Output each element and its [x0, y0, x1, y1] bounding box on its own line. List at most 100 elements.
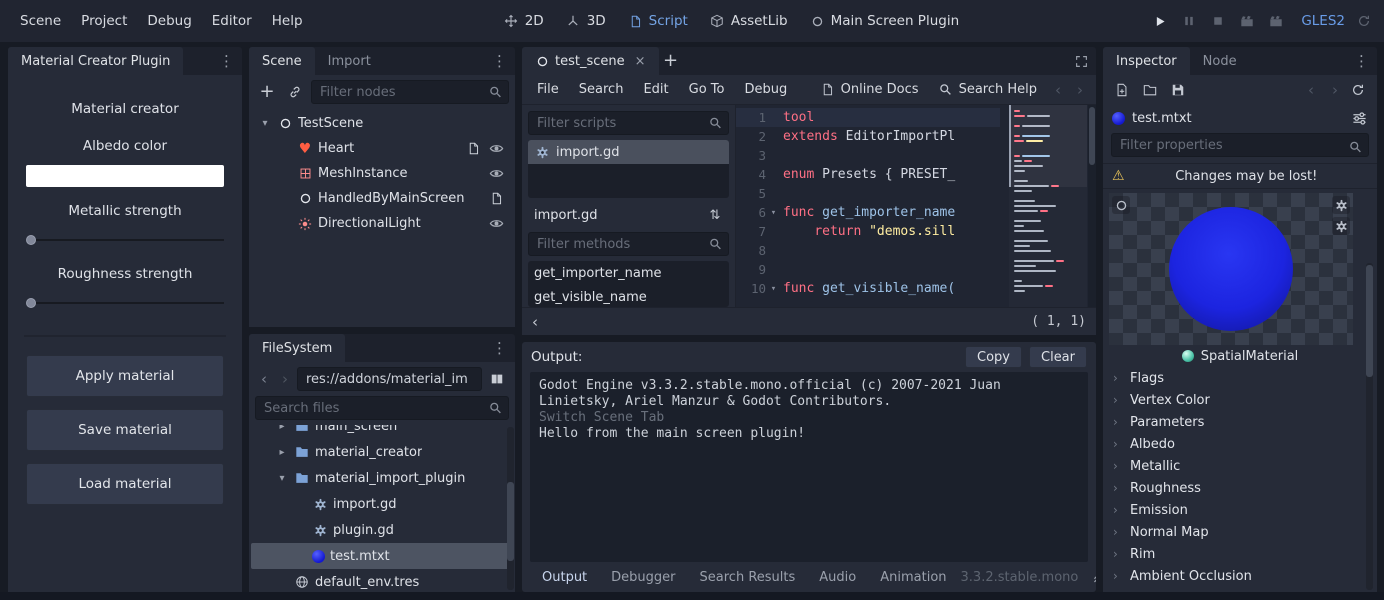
clear-button[interactable]: Clear — [1029, 346, 1087, 368]
script-menu-debug[interactable]: Debug — [735, 78, 796, 101]
slider-grabber[interactable] — [26, 298, 36, 308]
tab-test-scene[interactable]: test_scene × — [522, 47, 659, 75]
search-files-input[interactable] — [255, 396, 509, 420]
inspector-forward-icon[interactable]: › — [1325, 81, 1345, 99]
attached-script-icon[interactable] — [465, 141, 481, 157]
property-emission[interactable]: ›Emission — [1107, 499, 1353, 521]
fs-item-default-env-tres[interactable]: default_env.tres — [251, 569, 513, 592]
preview-light2-toggle[interactable] — [1332, 217, 1350, 235]
script-menu-edit[interactable]: Edit — [634, 78, 677, 101]
collapse-arrow-icon[interactable]: ▾ — [258, 118, 272, 129]
dock-menu-icon[interactable]: ⋮ — [484, 47, 515, 75]
fs-back-button[interactable]: ‹ — [255, 368, 273, 390]
filter-methods-input[interactable] — [528, 232, 729, 256]
menu-help[interactable]: Help — [262, 8, 313, 34]
code-scrollbar[interactable] — [1088, 105, 1096, 307]
property-normal-map[interactable]: ›Normal Map — [1107, 521, 1353, 543]
workspace-2d[interactable]: 2D — [495, 8, 553, 34]
stop-button[interactable] — [1208, 11, 1228, 31]
visibility-toggle-icon[interactable] — [488, 216, 504, 232]
distraction-free-button[interactable] — [1067, 47, 1096, 75]
property-rim[interactable]: ›Rim — [1107, 543, 1353, 565]
collapse-bottom-panel-icon[interactable] — [1092, 571, 1096, 584]
script-history-back-icon[interactable]: ‹ — [1048, 81, 1068, 99]
new-resource-button[interactable] — [1113, 81, 1131, 99]
visibility-toggle-icon[interactable] — [488, 141, 504, 157]
edited-resource-row[interactable]: test.mtxt — [1103, 105, 1377, 131]
scene-node-meshinstance[interactable]: MeshInstance — [252, 161, 512, 186]
bottom-tab-output[interactable]: Output — [532, 567, 597, 588]
expand-arrow-icon[interactable]: ▸ — [275, 447, 289, 458]
scene-node-heart[interactable]: ♥Heart — [252, 136, 512, 161]
play-custom-scene-button[interactable] — [1266, 11, 1286, 31]
property-flags[interactable]: ›Flags — [1107, 367, 1353, 389]
fs-item-material-import-plugin[interactable]: ▾material_import_plugin — [251, 465, 513, 491]
fs-item-main-screen[interactable]: ▸main_screen — [251, 425, 513, 439]
menu-project[interactable]: Project — [71, 8, 137, 34]
save-resource-button[interactable] — [1169, 81, 1187, 99]
script-menu-file[interactable]: File — [528, 78, 568, 101]
new-tab-button[interactable]: + — [659, 49, 683, 73]
bottom-tab-search-results[interactable]: Search Results — [690, 567, 806, 588]
apply-material-button[interactable]: Apply material — [26, 355, 224, 397]
tab-node[interactable]: Node — [1190, 47, 1250, 75]
attached-script-icon[interactable] — [488, 191, 504, 207]
object-history-icon[interactable] — [1349, 81, 1367, 99]
property-metallic[interactable]: ›Metallic — [1107, 455, 1353, 477]
online-docs-button[interactable]: Online Docs — [812, 78, 928, 101]
fs-item-material-creator[interactable]: ▸material_creator — [251, 439, 513, 465]
property-ambient-occlusion[interactable]: ›Ambient Occlusion — [1107, 565, 1353, 587]
save-material-button[interactable]: Save material — [26, 409, 224, 451]
renderer-dropdown[interactable]: GLES2 — [1301, 13, 1345, 29]
menu-scene[interactable]: Scene — [10, 8, 71, 34]
play-button[interactable] — [1150, 11, 1170, 31]
expand-arrow-icon[interactable]: ▸ — [275, 425, 289, 432]
minimap-viewport[interactable] — [1009, 105, 1087, 187]
workspace-3d[interactable]: 3D — [557, 8, 615, 34]
material-type-row[interactable]: SpatialMaterial — [1103, 345, 1377, 367]
property-albedo[interactable]: ›Albedo — [1107, 433, 1353, 455]
scene-node-testscene[interactable]: ▾TestScene — [252, 111, 512, 136]
metallic-slider[interactable] — [26, 232, 224, 248]
workspace-assetlib[interactable]: AssetLib — [701, 8, 797, 34]
fold-arrow-icon[interactable]: ▾ — [766, 208, 781, 218]
load-resource-button[interactable] — [1141, 81, 1159, 99]
toggle-scripts-panel-icon[interactable]: ‹ — [532, 313, 538, 331]
workspace-script[interactable]: Script — [619, 8, 697, 34]
visibility-toggle-icon[interactable] — [488, 166, 504, 182]
scene-node-directionallight[interactable]: DirectionalLight — [252, 211, 512, 236]
load-material-button[interactable]: Load material — [26, 463, 224, 505]
filter-nodes-input[interactable] — [311, 80, 509, 104]
menu-editor[interactable]: Editor — [202, 8, 262, 34]
inspector-scrollbar[interactable] — [1366, 263, 1373, 590]
dock-menu-icon[interactable]: ⋮ — [1346, 47, 1377, 75]
script-menu-search[interactable]: Search — [570, 78, 633, 101]
play-scene-button[interactable] — [1237, 11, 1257, 31]
preview-environment-toggle[interactable] — [1112, 196, 1130, 214]
collapse-arrow-icon[interactable]: ▾ — [275, 473, 289, 484]
sort-methods-icon[interactable]: ⇅ — [703, 204, 727, 226]
tab-filesystem[interactable]: FileSystem — [249, 334, 345, 362]
property-parameters[interactable]: ›Parameters — [1107, 411, 1353, 433]
fs-split-mode-button[interactable] — [485, 367, 509, 391]
method-get-visible-name[interactable]: get_visible_name — [528, 285, 729, 307]
property-roughness[interactable]: ›Roughness — [1107, 477, 1353, 499]
inspector-back-icon[interactable]: ‹ — [1301, 81, 1321, 99]
bottom-tab-audio[interactable]: Audio — [809, 567, 866, 588]
slider-grabber[interactable] — [26, 235, 36, 245]
preview-light1-toggle[interactable] — [1332, 196, 1350, 214]
resource-tools-icon[interactable] — [1350, 109, 1368, 127]
dock-menu-icon[interactable]: ⋮ — [211, 47, 242, 75]
fs-path-input[interactable] — [297, 367, 482, 391]
search-help-button[interactable]: Search Help — [930, 78, 1046, 101]
fs-item-import-gd[interactable]: import.gd — [251, 491, 513, 517]
fs-item-test-mtxt[interactable]: test.mtxt — [251, 543, 513, 569]
close-tab-icon[interactable]: × — [635, 54, 646, 69]
scene-node-handledbymainscreen[interactable]: HandledByMainScreen — [252, 186, 512, 211]
filter-scripts-input[interactable] — [528, 111, 729, 135]
menu-debug[interactable]: Debug — [137, 8, 201, 34]
tab-material-creator-plugin[interactable]: Material Creator Plugin — [8, 47, 183, 75]
copy-button[interactable]: Copy — [965, 346, 1022, 368]
pause-button[interactable] — [1179, 11, 1199, 31]
script-item-import-gd[interactable]: import.gd — [528, 140, 729, 164]
